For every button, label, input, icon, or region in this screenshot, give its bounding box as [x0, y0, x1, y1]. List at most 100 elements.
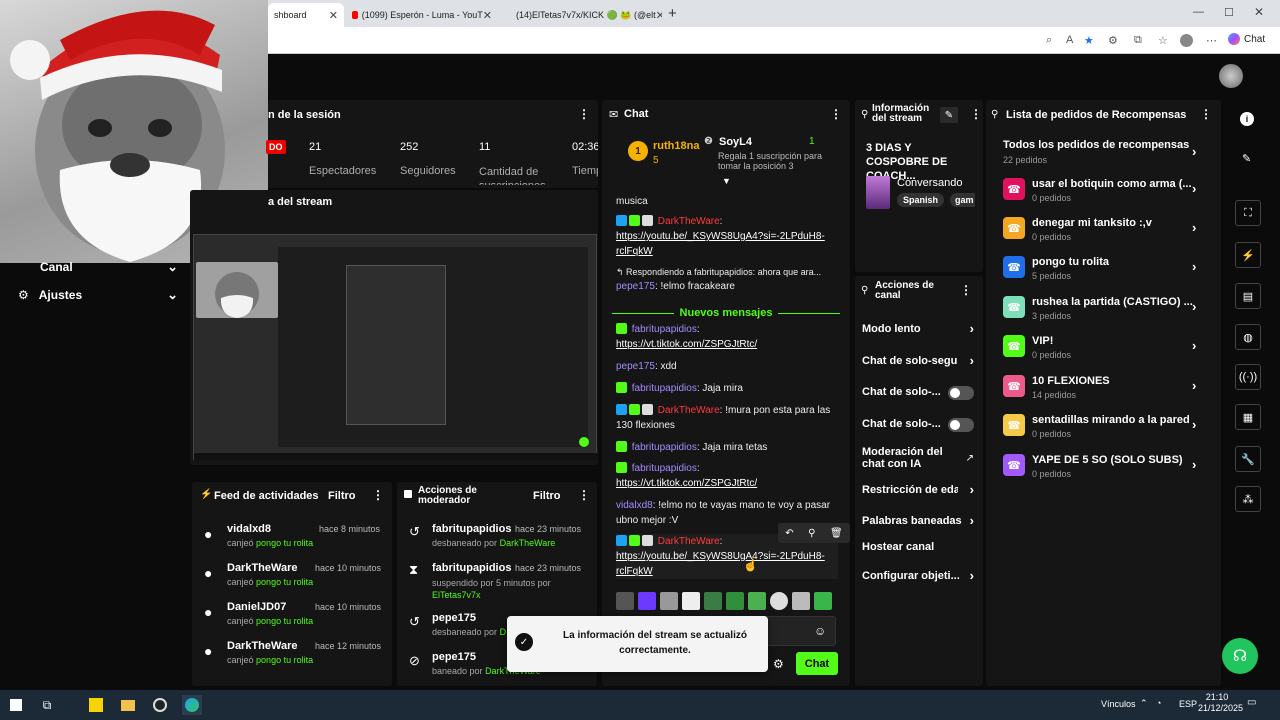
reward-title[interactable]: sentadillas mirando a la pared: [1032, 414, 1190, 426]
language-indicator[interactable]: ESP: [1179, 699, 1197, 709]
banned-words-row[interactable]: Palabras baneadas ›: [862, 513, 974, 528]
more-menu-icon[interactable]: ⋯: [1206, 34, 1217, 47]
tag-chip[interactable]: Spanish: [897, 193, 945, 207]
all-rewards-title[interactable]: Todos los pedidos de recompensas: [1003, 139, 1189, 151]
maximize-button[interactable]: ☐: [1224, 6, 1234, 19]
reply-icon[interactable]: ↶: [785, 528, 793, 539]
tab-dashboard[interactable]: shboard ✕: [268, 3, 344, 27]
chat-link[interactable]: https://vt.tiktok.com/ZSPGJtRtc/: [616, 339, 757, 350]
emote-icon[interactable]: [814, 592, 832, 610]
chat-menu-icon[interactable]: ⋮: [830, 107, 842, 121]
wrench-icon[interactable]: 🔧: [1235, 446, 1261, 472]
emote-icon[interactable]: [660, 592, 678, 610]
mod-user[interactable]: pepe175: [432, 612, 476, 624]
reward-title[interactable]: pongo tu rolita: [1032, 256, 1109, 268]
close-tab-icon[interactable]: ✕: [329, 9, 338, 22]
collapse-icon[interactable]: ▼: [722, 176, 731, 186]
emote-icon[interactable]: [704, 592, 722, 610]
close-tab-icon[interactable]: ✕: [656, 9, 662, 22]
chevron-right-icon[interactable]: ›: [1192, 378, 1196, 393]
emote-icon[interactable]: [770, 592, 788, 610]
network-label[interactable]: Vínculos: [1101, 699, 1136, 709]
clipboard-icon[interactable]: ▤: [1235, 283, 1261, 309]
host-channel-row[interactable]: Hostear canal: [862, 541, 974, 553]
feed-user[interactable]: DanielJD07: [227, 601, 286, 613]
tab-youtube[interactable]: (1099) Esperón - Luma - YouT ✕: [346, 3, 498, 27]
clock[interactable]: 21:10 21/12/2025: [1198, 692, 1243, 714]
chat-bubble-icon[interactable]: ◍: [1235, 324, 1261, 350]
emote-icon[interactable]: [638, 592, 656, 610]
chevron-right-icon[interactable]: ›: [1192, 220, 1196, 235]
favorites-icon[interactable]: ☆: [1158, 34, 1168, 47]
send-chat-button[interactable]: Chat: [796, 652, 838, 675]
chat-settings-icon[interactable]: ⚙: [773, 657, 784, 671]
close-tab-icon[interactable]: ✕: [483, 9, 492, 22]
split-screen-icon[interactable]: ⧉: [1134, 34, 1142, 47]
broadcast-icon[interactable]: ((·)): [1235, 364, 1261, 390]
chevron-right-icon[interactable]: ›: [1192, 457, 1196, 472]
reward-title[interactable]: rushea la partida (CASTIGO) ...: [1032, 296, 1193, 308]
chevron-right-icon[interactable]: ›: [1192, 299, 1196, 314]
emote-icon[interactable]: [616, 592, 634, 610]
emote-icon[interactable]: [792, 592, 810, 610]
configure-goals-row[interactable]: Configurar objeti... ›: [862, 568, 974, 583]
bolt-icon[interactable]: ⚡: [1235, 242, 1261, 268]
feed-user[interactable]: DarkTheWare: [227, 562, 298, 574]
emote-icon[interactable]: [682, 592, 700, 610]
stream-info-menu-icon[interactable]: ⋮: [970, 107, 982, 121]
notifications-icon[interactable]: ▭: [1247, 697, 1256, 708]
emote-icon[interactable]: [748, 592, 766, 610]
new-tab-button[interactable]: +: [668, 5, 677, 22]
rewards-menu-icon[interactable]: ⋮: [1200, 107, 1212, 121]
reward-title[interactable]: YAPE DE 5 SO (SOLO SUBS): [1032, 454, 1183, 466]
zoom-icon[interactable]: ⌕: [1046, 34, 1052, 47]
reward-title[interactable]: denegar mi tanksito :,v: [1032, 217, 1152, 229]
group-icon[interactable]: ⁂: [1235, 486, 1261, 512]
reward-title[interactable]: usar el botiquin como arma (...: [1032, 178, 1192, 190]
task-view-icon[interactable]: ⧉: [37, 695, 57, 715]
chevron-right-icon[interactable]: ›: [1192, 181, 1196, 196]
feed-user[interactable]: vidalxd8: [227, 523, 271, 535]
emotes-only-toggle[interactable]: [948, 418, 974, 432]
sidebar-item-channel[interactable]: Canal ⌄: [18, 259, 178, 274]
subs-only-toggle[interactable]: [948, 386, 974, 400]
chevron-right-icon[interactable]: ›: [1192, 144, 1196, 159]
feed-filter-button[interactable]: Filtro: [328, 490, 356, 502]
ai-moderation-row[interactable]: Moderación del chat con IA ↗: [862, 446, 974, 470]
session-menu-icon[interactable]: ⋮: [578, 107, 590, 121]
emoji-icon[interactable]: ☺: [814, 624, 826, 638]
extensions-icon[interactable]: ⚙: [1108, 34, 1118, 47]
chevron-up-icon[interactable]: ⌃: [1140, 698, 1148, 709]
slow-mode-row[interactable]: Modo lento ›: [862, 321, 974, 336]
leader-2-name[interactable]: SoyL4: [719, 136, 752, 148]
layout-icon[interactable]: ▦: [1235, 404, 1261, 430]
tab-kick[interactable]: (14)ElTetas7v7x/KICK 🟢 🐸 (@elt ✕: [506, 3, 662, 27]
user-avatar[interactable]: [1219, 64, 1243, 88]
minimize-button[interactable]: —: [1193, 6, 1204, 18]
feed-menu-icon[interactable]: ⋮: [372, 488, 384, 502]
chevron-right-icon[interactable]: ›: [1192, 338, 1196, 353]
wifi-icon[interactable]: ◔: [1156, 698, 1161, 708]
copilot-chat-button[interactable]: Chat: [1228, 33, 1265, 45]
obs-icon[interactable]: [150, 695, 170, 715]
delete-icon[interactable]: 🗑: [830, 528, 843, 539]
edit-icon[interactable]: ✎: [940, 107, 958, 123]
chat-link[interactable]: https://vt.tiktok.com/ZSPGJtRtc/: [616, 478, 757, 489]
read-aloud-icon[interactable]: A: [1066, 34, 1073, 46]
file-explorer-icon[interactable]: [118, 695, 138, 715]
age-restriction-row[interactable]: Restricción de edad ›: [862, 482, 974, 497]
tag-chip[interactable]: gam: [950, 193, 975, 207]
leader-1-name[interactable]: ruth18na: [653, 140, 699, 152]
start-icon[interactable]: [6, 695, 26, 715]
close-window-button[interactable]: ✕: [1254, 5, 1264, 19]
chat-link[interactable]: https://youtu.be/_KSyWS8UgA4?si=-2LPduH8…: [616, 231, 825, 257]
mod-user[interactable]: pepe175: [432, 651, 476, 663]
chevron-right-icon[interactable]: ›: [1192, 259, 1196, 274]
mod-menu-icon[interactable]: ⋮: [578, 488, 590, 502]
profile-avatar[interactable]: [1180, 34, 1193, 47]
support-headset-icon[interactable]: ☊: [1222, 638, 1258, 674]
mod-user[interactable]: fabritupapidios: [432, 562, 511, 574]
followers-only-row[interactable]: Chat de solo-seguid ›: [862, 353, 974, 368]
reward-title[interactable]: VIP!: [1032, 335, 1053, 347]
edit-icon[interactable]: ✎: [1242, 152, 1251, 165]
